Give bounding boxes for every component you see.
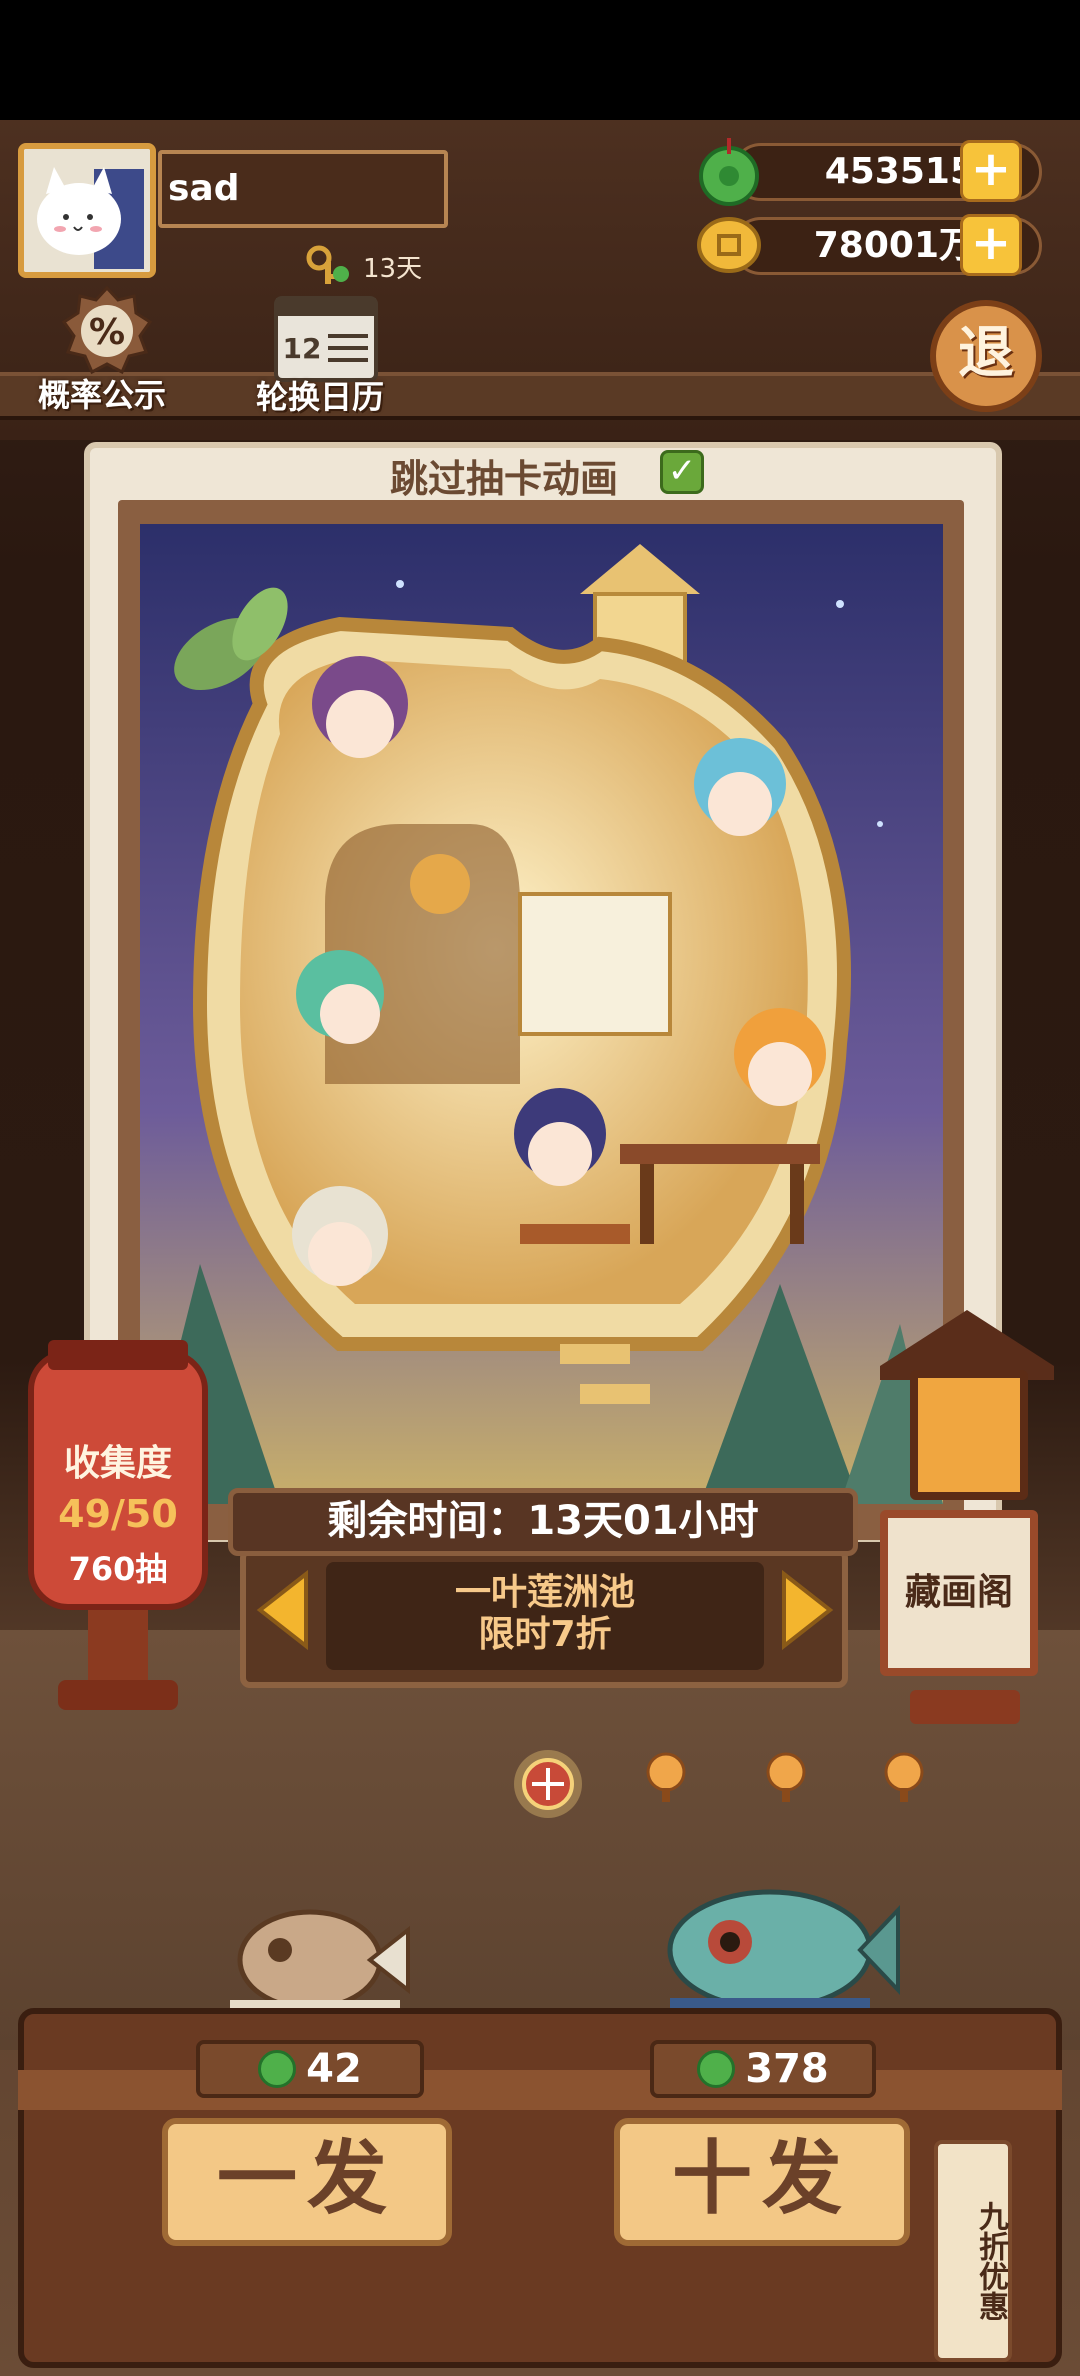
collection-draws: 760抽 bbox=[68, 1550, 168, 1588]
calendar-label: 轮换日历 bbox=[256, 378, 385, 416]
prev-pool-arrow[interactable] bbox=[256, 1570, 310, 1650]
pool-name-line1: 一叶莲洲池 bbox=[454, 1572, 635, 1613]
next-pool-arrow[interactable] bbox=[780, 1570, 834, 1650]
skip-animation-label: 跳过抽卡动画 bbox=[390, 457, 619, 501]
bench-rail bbox=[18, 2070, 1062, 2110]
calendar-number: 12 bbox=[283, 332, 322, 365]
pool-name-line2: 限时7折 bbox=[478, 1614, 612, 1655]
player-name: sad bbox=[158, 150, 448, 228]
probability-label: 概率公示 bbox=[38, 376, 167, 414]
key-days: 13天 bbox=[363, 253, 423, 284]
collection-lantern[interactable]: 收集度 49/50 760抽 bbox=[28, 1350, 208, 1610]
single-pull-button[interactable]: 一发 bbox=[162, 2118, 452, 2246]
single-pull-price-value: 42 bbox=[306, 2046, 362, 2092]
discount-tag: 九折优惠 bbox=[934, 2140, 1012, 2362]
page-dot[interactable] bbox=[760, 1748, 812, 1808]
percent-symbol: % bbox=[89, 312, 125, 353]
collection-gallery-button[interactable]: 藏画阁 bbox=[880, 1510, 1038, 1676]
big-fish-icon bbox=[667, 1889, 900, 2020]
banner-artwork bbox=[140, 524, 943, 1504]
skip-animation-checkbox[interactable]: ✓ bbox=[660, 450, 704, 494]
key-icon bbox=[306, 245, 349, 284]
jade-currency: 453515 + bbox=[696, 138, 1042, 206]
single-pull-price: 42 bbox=[196, 2040, 424, 2098]
ten-pull-price-value: 378 bbox=[745, 2046, 829, 2092]
jade-icon bbox=[258, 2050, 297, 2088]
calendar-button[interactable]: 12 轮换日历 bbox=[250, 296, 400, 426]
lantern-base bbox=[58, 1680, 178, 1710]
ten-pull-button[interactable]: 十发 bbox=[614, 2118, 910, 2246]
exit-button[interactable]: 退 bbox=[930, 300, 1042, 412]
ten-pull-price: 378 bbox=[650, 2040, 876, 2098]
pavilion-base bbox=[910, 1690, 1020, 1724]
page-dot[interactable] bbox=[640, 1748, 692, 1808]
page-dot[interactable] bbox=[878, 1748, 930, 1808]
probability-button[interactable]: % 概率公示 bbox=[30, 286, 180, 416]
jade-add-button[interactable]: + bbox=[960, 140, 1022, 202]
collection-label: 收集度 bbox=[63, 1443, 172, 1484]
calendar-icon: 12 bbox=[274, 296, 378, 382]
pavilion-lamp bbox=[910, 1370, 1028, 1500]
coin-currency: 78001万 + bbox=[696, 214, 1042, 278]
coin-icon bbox=[697, 217, 761, 273]
pufferfish-icon bbox=[230, 1909, 410, 2020]
lantern-cap bbox=[48, 1340, 188, 1370]
avatar[interactable] bbox=[18, 143, 156, 278]
remaining-time: 剩余时间：13天01小时 bbox=[228, 1488, 858, 1556]
page-dot-active[interactable] bbox=[508, 1744, 588, 1824]
jade-icon bbox=[697, 2050, 736, 2088]
pool-name: 一叶莲洲池 限时7折 bbox=[326, 1562, 764, 1670]
key-timer: 13天 bbox=[305, 244, 422, 288]
collection-progress: 49/50 bbox=[58, 1492, 178, 1536]
coin-add-button[interactable]: + bbox=[960, 214, 1022, 276]
jade-icon bbox=[699, 138, 759, 206]
percent-gear-icon: % bbox=[62, 286, 152, 375]
